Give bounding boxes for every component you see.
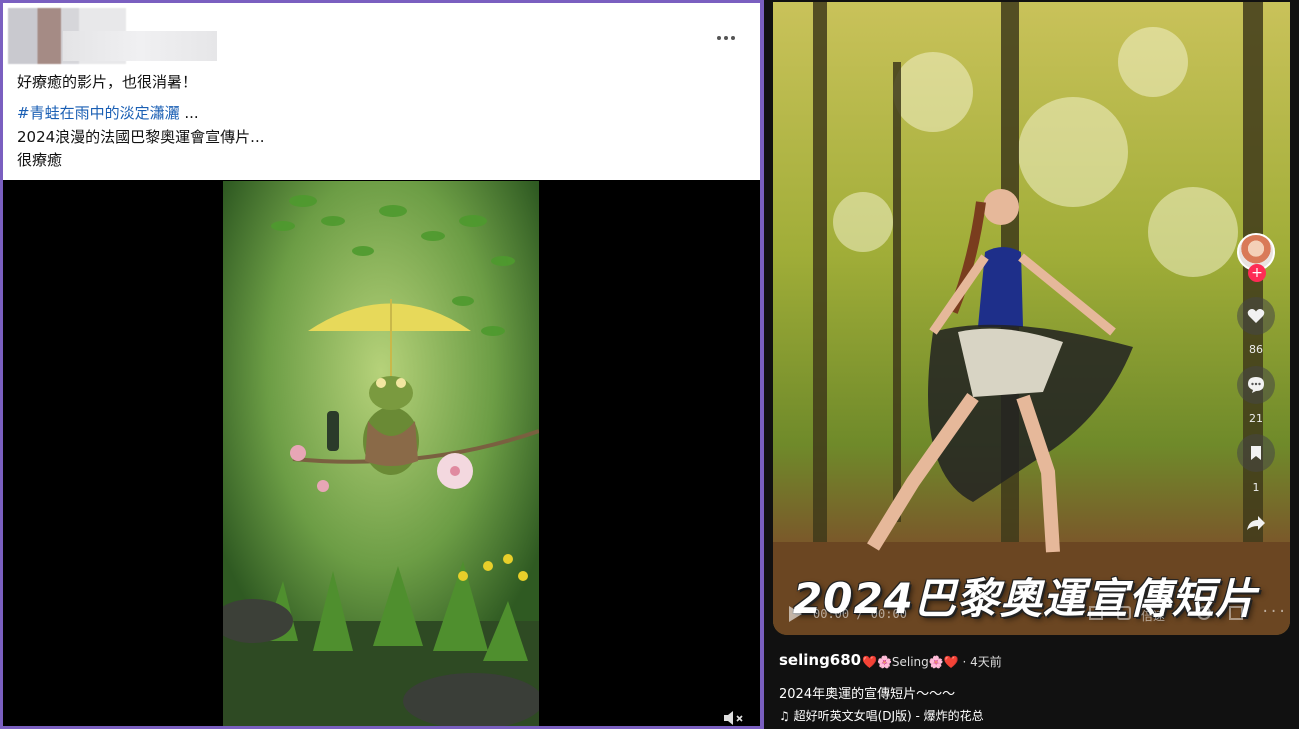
autoplay-icon[interactable] bbox=[1117, 606, 1131, 620]
comment-button[interactable] bbox=[1237, 366, 1275, 404]
post-text-line-4: 很療癒 bbox=[17, 151, 63, 169]
dancer-video-player[interactable]: 2024巴黎奧運宣傳短片 00:00 / 00:00 倍速 ··· bbox=[773, 2, 1290, 635]
facebook-post: 好療癒的影片，也很消暑！ #青蛙在雨中的淡定瀟灑 ... 2024浪漫的法國巴黎… bbox=[3, 3, 760, 726]
like-button[interactable] bbox=[1237, 297, 1275, 335]
follow-plus-icon[interactable]: + bbox=[1248, 264, 1266, 282]
tiktok-panel: 2024巴黎奧運宣傳短片 00:00 / 00:00 倍速 ··· + 86 2… bbox=[764, 0, 1299, 729]
playback-speed-button[interactable]: 倍速 bbox=[1141, 607, 1165, 624]
comment-count: 21 bbox=[1249, 412, 1263, 425]
more-options-button[interactable] bbox=[711, 25, 741, 51]
bookmark-count: 1 bbox=[1252, 481, 1260, 494]
fullscreen-icon[interactable] bbox=[1229, 606, 1243, 620]
creator-username[interactable]: seling680 bbox=[779, 651, 861, 669]
volume-icon[interactable] bbox=[1197, 606, 1211, 620]
frog-video-frame bbox=[223, 181, 539, 726]
hashtag-link[interactable]: #青蛙在雨中的淡定瀟灑 bbox=[17, 104, 180, 122]
heart-icon bbox=[1247, 309, 1265, 323]
creator-nickname: ❤️🌸Seling🌸❤️ bbox=[862, 655, 959, 669]
video-caption: 2024年奧運的宣傳短片～～～ bbox=[779, 687, 956, 702]
volume-muted-icon bbox=[724, 711, 743, 725]
like-count: 86 bbox=[1249, 343, 1263, 356]
post-text-line-3: 2024浪漫的法國巴黎奧運會宣傳片... bbox=[17, 128, 265, 146]
more-options-icon[interactable]: ··· bbox=[1261, 604, 1286, 620]
dancer-video-frame bbox=[773, 2, 1290, 635]
see-more-ellipsis[interactable]: ... bbox=[180, 104, 198, 122]
post-text-line-1: 好療癒的影片，也很消暑！ bbox=[17, 73, 198, 91]
share-button[interactable] bbox=[1237, 504, 1275, 542]
bookmark-button[interactable] bbox=[1237, 434, 1275, 472]
bookmark-icon bbox=[1251, 446, 1261, 460]
post-time-ago: · 4天前 bbox=[962, 655, 1002, 669]
play-icon[interactable] bbox=[789, 606, 802, 622]
comment-icon bbox=[1248, 377, 1264, 393]
post-hashtag-line: #青蛙在雨中的淡定瀟灑 ... bbox=[17, 102, 199, 123]
blurred-author-name[interactable] bbox=[63, 31, 217, 61]
mute-toggle-button[interactable] bbox=[721, 708, 747, 726]
share-icon bbox=[1247, 516, 1265, 530]
video-controls: 00:00 / 00:00 倍速 ··· bbox=[789, 604, 1286, 626]
frog-video-player[interactable] bbox=[223, 181, 539, 726]
video-time: 00:00 / 00:00 bbox=[813, 607, 907, 621]
picture-in-picture-icon[interactable] bbox=[1089, 606, 1103, 620]
more-horizontal-icon bbox=[717, 36, 721, 40]
post-header: 好療癒的影片，也很消暑！ #青蛙在雨中的淡定瀟灑 ... 2024浪漫的法國巴黎… bbox=[3, 3, 760, 180]
creator-nickname-line: ❤️🌸Seling🌸❤️ · 4天前 bbox=[862, 653, 1002, 670]
music-track[interactable]: ♫ 超好听英文女唱(DJ版) - 爆炸的花总 bbox=[779, 707, 984, 724]
